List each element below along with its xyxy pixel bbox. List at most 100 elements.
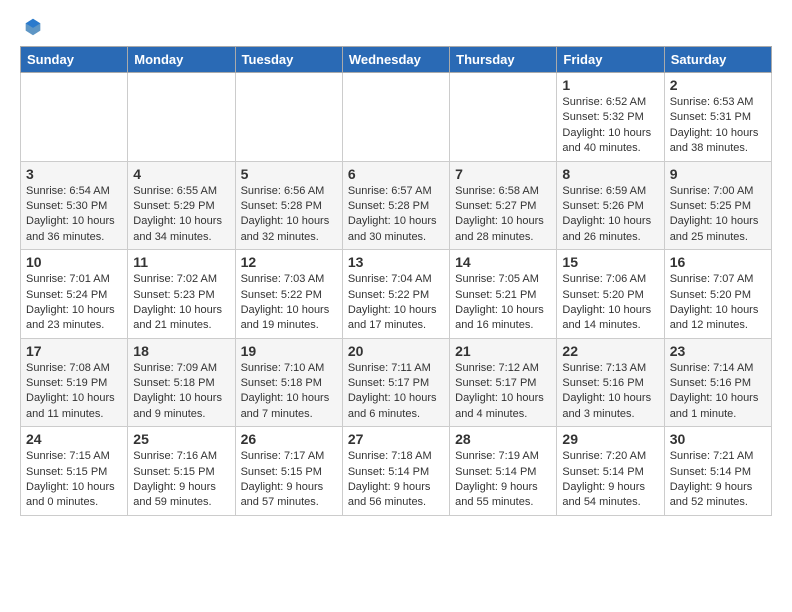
logo <box>20 16 46 38</box>
day-number: 19 <box>241 343 337 359</box>
calendar-week-2: 10Sunrise: 7:01 AM Sunset: 5:24 PM Dayli… <box>21 250 772 339</box>
day-info: Sunrise: 7:12 AM Sunset: 5:17 PM Dayligh… <box>455 361 551 423</box>
weekday-header-row: SundayMondayTuesdayWednesdayThursdayFrid… <box>21 47 772 73</box>
calendar-cell <box>21 73 128 162</box>
weekday-tuesday: Tuesday <box>235 47 342 73</box>
day-info: Sunrise: 7:07 AM Sunset: 5:20 PM Dayligh… <box>670 272 766 334</box>
day-number: 15 <box>562 254 658 270</box>
calendar-cell: 11 Sunrise: 7:02 AM Sunset: 5:23 PM Dayli… <box>128 250 235 339</box>
calendar-table: SundayMondayTuesdayWednesdayThursdayFrid… <box>20 46 772 516</box>
calendar-cell <box>450 73 557 162</box>
day-info: Sunrise: 7:18 AM Sunset: 5:14 PM Dayligh… <box>348 449 444 511</box>
calendar-cell: 24 Sunrise: 7:15 AM Sunset: 5:15 PM Dayli… <box>21 427 128 516</box>
day-number: 14 <box>455 254 551 270</box>
day-number: 12 <box>241 254 337 270</box>
day-number: 30 <box>670 431 766 447</box>
calendar-cell: 14 Sunrise: 7:05 AM Sunset: 5:21 PM Dayli… <box>450 250 557 339</box>
calendar-cell: 2 Sunrise: 6:53 AM Sunset: 5:31 PM Daylig… <box>664 73 771 162</box>
calendar-cell: 27 Sunrise: 7:18 AM Sunset: 5:14 PM Dayli… <box>342 427 449 516</box>
calendar-week-3: 17Sunrise: 7:08 AM Sunset: 5:19 PM Dayli… <box>21 338 772 427</box>
day-number: 3 <box>26 166 122 182</box>
calendar-week-4: 24 Sunrise: 7:15 AM Sunset: 5:15 PM Dayli… <box>21 427 772 516</box>
calendar-cell: 1 Sunrise: 6:52 AM Sunset: 5:32 PM Daylig… <box>557 73 664 162</box>
calendar-cell: 21 Sunrise: 7:12 AM Sunset: 5:17 PM Dayli… <box>450 338 557 427</box>
day-number: 9 <box>670 166 766 182</box>
day-info: Sunrise: 7:04 AM Sunset: 5:22 PM Dayligh… <box>348 272 444 334</box>
day-number: 28 <box>455 431 551 447</box>
day-number: 2 <box>670 77 766 93</box>
day-info: Sunrise: 6:56 AM Sunset: 5:28 PM Dayligh… <box>241 184 337 246</box>
calendar-week-1: 3 Sunrise: 6:54 AM Sunset: 5:30 PM Daylig… <box>21 161 772 250</box>
calendar-cell: 23 Sunrise: 7:14 AM Sunset: 5:16 PM Dayli… <box>664 338 771 427</box>
calendar-cell: 9 Sunrise: 7:00 AM Sunset: 5:25 PM Daylig… <box>664 161 771 250</box>
weekday-sunday: Sunday <box>21 47 128 73</box>
day-number: 25 <box>133 431 229 447</box>
day-number: 23 <box>670 343 766 359</box>
logo-icon <box>22 16 44 38</box>
calendar-cell: 26Sunrise: 7:17 AM Sunset: 5:15 PM Dayli… <box>235 427 342 516</box>
day-number: 7 <box>455 166 551 182</box>
day-number: 21 <box>455 343 551 359</box>
day-info: Sunrise: 6:57 AM Sunset: 5:28 PM Dayligh… <box>348 184 444 246</box>
day-info: Sunrise: 7:14 AM Sunset: 5:16 PM Dayligh… <box>670 361 766 423</box>
day-number: 20 <box>348 343 444 359</box>
day-info: Sunrise: 7:03 AM Sunset: 5:22 PM Dayligh… <box>241 272 337 334</box>
day-info: Sunrise: 7:10 AM Sunset: 5:18 PM Dayligh… <box>241 361 337 423</box>
calendar-cell: 30 Sunrise: 7:21 AM Sunset: 5:14 PM Dayli… <box>664 427 771 516</box>
header <box>20 16 772 38</box>
calendar-cell: 16 Sunrise: 7:07 AM Sunset: 5:20 PM Dayli… <box>664 250 771 339</box>
calendar-cell: 28Sunrise: 7:19 AM Sunset: 5:14 PM Dayli… <box>450 427 557 516</box>
calendar-cell: 8Sunrise: 6:59 AM Sunset: 5:26 PM Daylig… <box>557 161 664 250</box>
day-info: Sunrise: 6:59 AM Sunset: 5:26 PM Dayligh… <box>562 184 658 246</box>
day-info: Sunrise: 6:52 AM Sunset: 5:32 PM Dayligh… <box>562 95 658 157</box>
calendar-cell: 13 Sunrise: 7:04 AM Sunset: 5:22 PM Dayli… <box>342 250 449 339</box>
day-number: 13 <box>348 254 444 270</box>
day-info: Sunrise: 6:53 AM Sunset: 5:31 PM Dayligh… <box>670 95 766 157</box>
calendar-cell: 22 Sunrise: 7:13 AM Sunset: 5:16 PM Dayli… <box>557 338 664 427</box>
calendar-cell: 3 Sunrise: 6:54 AM Sunset: 5:30 PM Daylig… <box>21 161 128 250</box>
calendar-cell: 4Sunrise: 6:55 AM Sunset: 5:29 PM Daylig… <box>128 161 235 250</box>
weekday-monday: Monday <box>128 47 235 73</box>
calendar-cell: 25Sunrise: 7:16 AM Sunset: 5:15 PM Dayli… <box>128 427 235 516</box>
day-info: Sunrise: 7:06 AM Sunset: 5:20 PM Dayligh… <box>562 272 658 334</box>
calendar-body: 1 Sunrise: 6:52 AM Sunset: 5:32 PM Daylig… <box>21 73 772 516</box>
day-number: 17 <box>26 343 122 359</box>
weekday-friday: Friday <box>557 47 664 73</box>
day-number: 10 <box>26 254 122 270</box>
calendar-page: SundayMondayTuesdayWednesdayThursdayFrid… <box>0 0 792 526</box>
calendar-cell: 20 Sunrise: 7:11 AM Sunset: 5:17 PM Dayli… <box>342 338 449 427</box>
day-info: Sunrise: 7:00 AM Sunset: 5:25 PM Dayligh… <box>670 184 766 246</box>
day-number: 11 <box>133 254 229 270</box>
day-info: Sunrise: 6:54 AM Sunset: 5:30 PM Dayligh… <box>26 184 122 246</box>
day-number: 6 <box>348 166 444 182</box>
day-info: Sunrise: 7:05 AM Sunset: 5:21 PM Dayligh… <box>455 272 551 334</box>
calendar-cell: 19 Sunrise: 7:10 AM Sunset: 5:18 PM Dayli… <box>235 338 342 427</box>
day-number: 26 <box>241 431 337 447</box>
day-number: 18 <box>133 343 229 359</box>
calendar-cell: 10Sunrise: 7:01 AM Sunset: 5:24 PM Dayli… <box>21 250 128 339</box>
day-info: Sunrise: 7:15 AM Sunset: 5:15 PM Dayligh… <box>26 449 122 511</box>
day-info: Sunrise: 6:58 AM Sunset: 5:27 PM Dayligh… <box>455 184 551 246</box>
day-info: Sunrise: 7:02 AM Sunset: 5:23 PM Dayligh… <box>133 272 229 334</box>
day-info: Sunrise: 7:13 AM Sunset: 5:16 PM Dayligh… <box>562 361 658 423</box>
day-info: Sunrise: 7:20 AM Sunset: 5:14 PM Dayligh… <box>562 449 658 511</box>
calendar-cell: 17Sunrise: 7:08 AM Sunset: 5:19 PM Dayli… <box>21 338 128 427</box>
day-number: 24 <box>26 431 122 447</box>
weekday-thursday: Thursday <box>450 47 557 73</box>
day-number: 27 <box>348 431 444 447</box>
day-number: 4 <box>133 166 229 182</box>
calendar-cell: 12 Sunrise: 7:03 AM Sunset: 5:22 PM Dayli… <box>235 250 342 339</box>
day-number: 1 <box>562 77 658 93</box>
day-info: Sunrise: 7:11 AM Sunset: 5:17 PM Dayligh… <box>348 361 444 423</box>
calendar-cell: 5Sunrise: 6:56 AM Sunset: 5:28 PM Daylig… <box>235 161 342 250</box>
weekday-wednesday: Wednesday <box>342 47 449 73</box>
day-info: Sunrise: 7:09 AM Sunset: 5:18 PM Dayligh… <box>133 361 229 423</box>
day-number: 16 <box>670 254 766 270</box>
day-info: Sunrise: 7:21 AM Sunset: 5:14 PM Dayligh… <box>670 449 766 511</box>
weekday-saturday: Saturday <box>664 47 771 73</box>
calendar-cell: 7 Sunrise: 6:58 AM Sunset: 5:27 PM Daylig… <box>450 161 557 250</box>
day-number: 22 <box>562 343 658 359</box>
calendar-cell: 15 Sunrise: 7:06 AM Sunset: 5:20 PM Dayli… <box>557 250 664 339</box>
calendar-cell: 18 Sunrise: 7:09 AM Sunset: 5:18 PM Dayli… <box>128 338 235 427</box>
calendar-cell: 29Sunrise: 7:20 AM Sunset: 5:14 PM Dayli… <box>557 427 664 516</box>
